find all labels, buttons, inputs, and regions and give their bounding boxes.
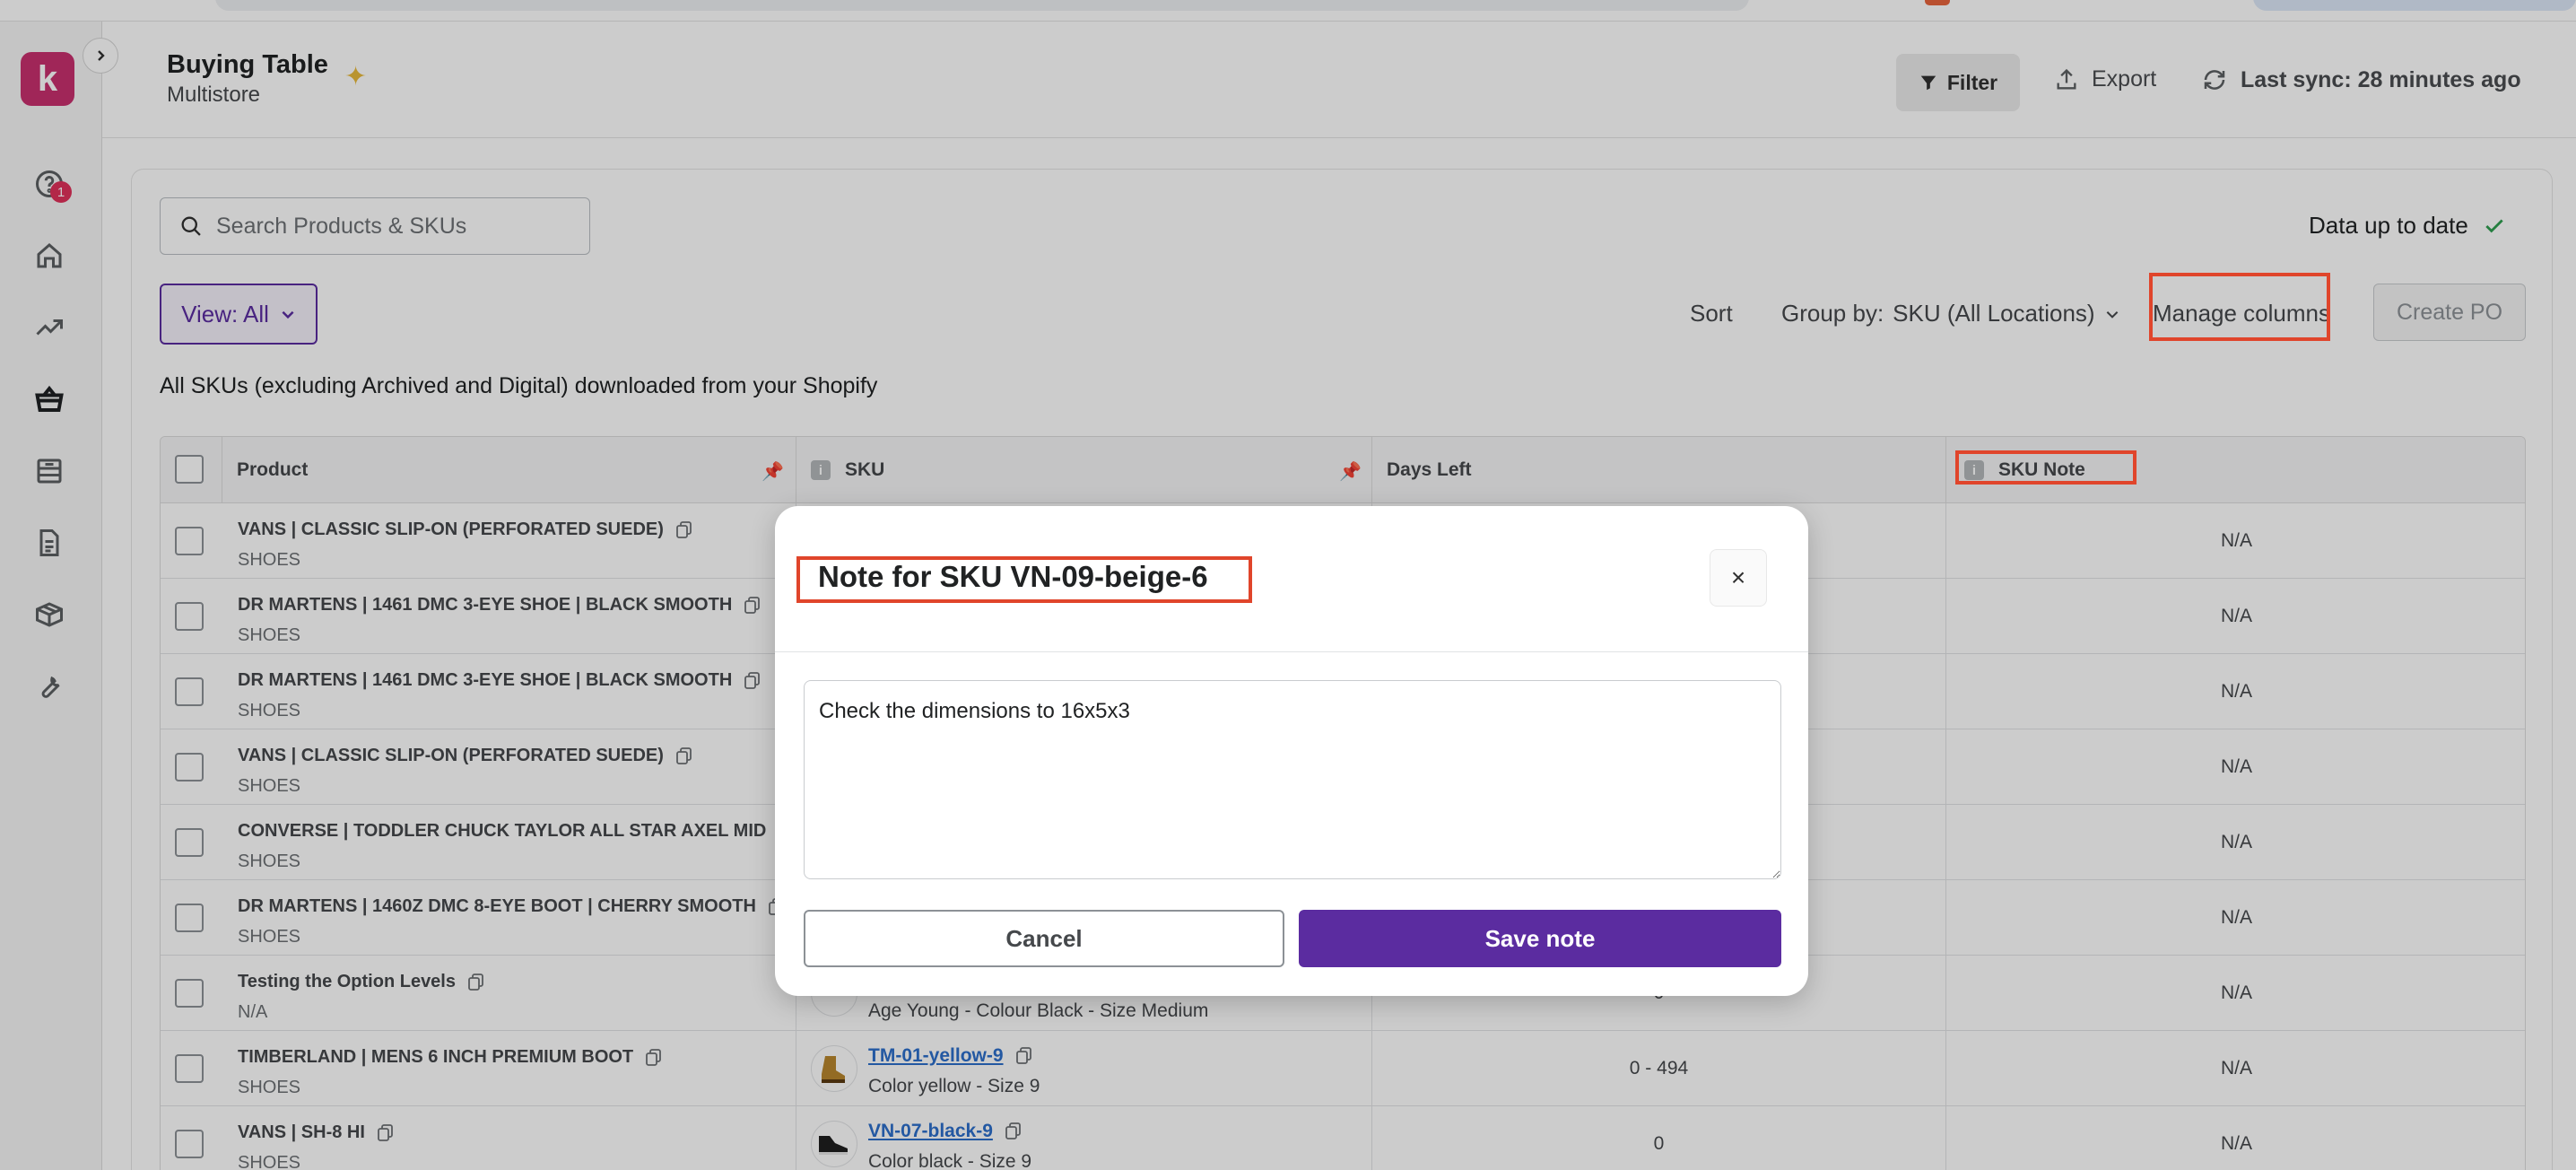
cancel-button[interactable]: Cancel (804, 910, 1284, 967)
save-note-button[interactable]: Save note (1299, 910, 1781, 967)
annotation-manage-columns (2149, 273, 2330, 341)
close-button[interactable]: × (1710, 549, 1767, 607)
modal-divider (775, 651, 1808, 652)
close-icon: × (1730, 563, 1746, 591)
annotation-modal-title (796, 556, 1252, 603)
annotation-sku-note-column (1955, 450, 2137, 485)
note-textarea[interactable]: Check the dimensions to 16x5x3 (804, 680, 1781, 879)
